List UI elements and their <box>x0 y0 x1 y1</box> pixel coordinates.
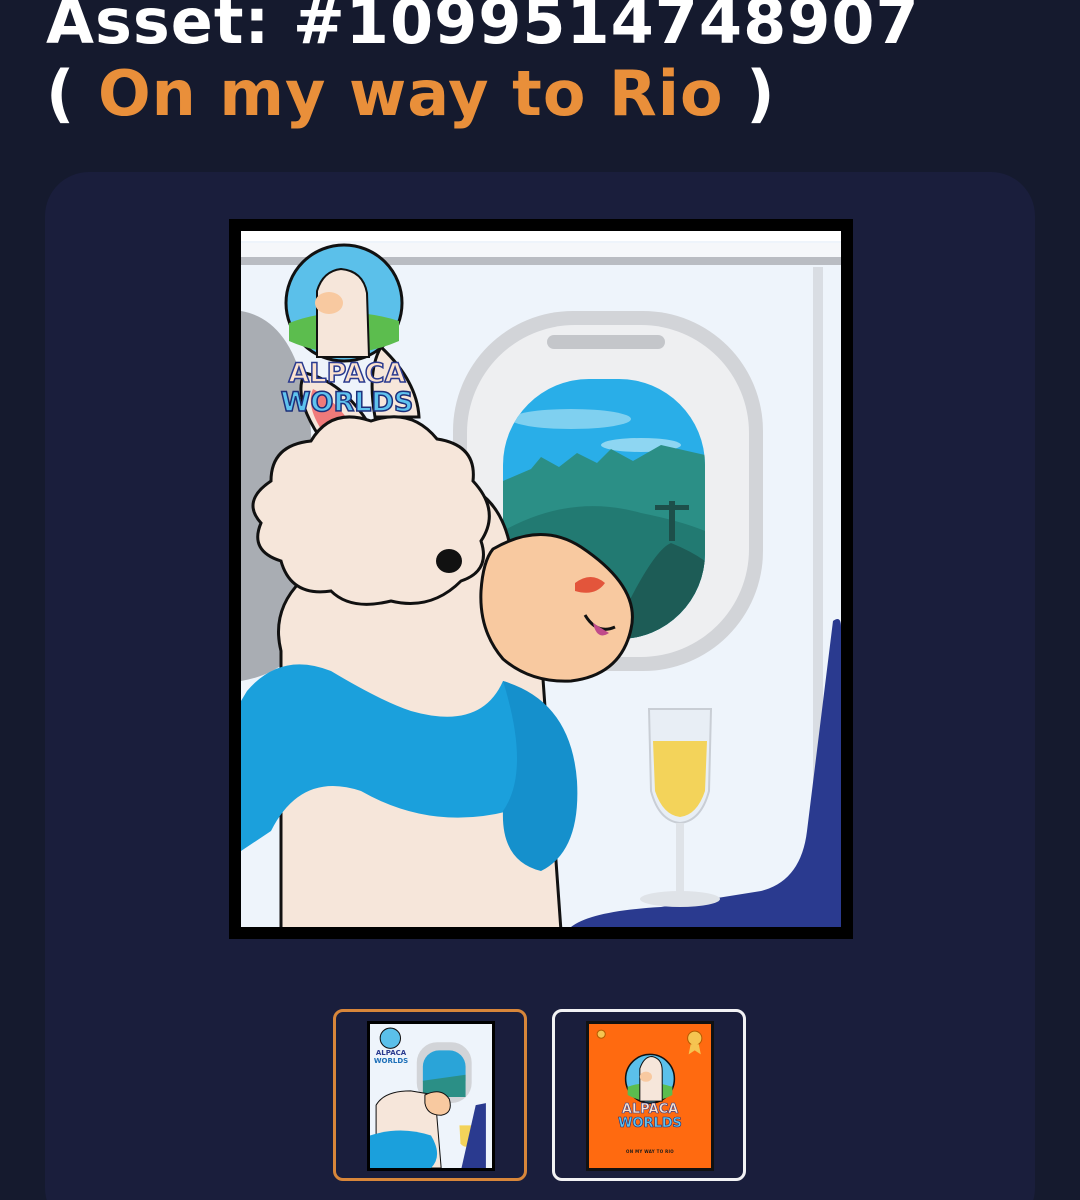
asset-name-line: ( On my way to Rio ) <box>46 58 920 130</box>
thumbnail-image: ALPACA WORLDS On my way to Rio <box>586 1021 714 1171</box>
alpaca-thumbnail-art <box>370 1024 492 1168</box>
card-back-logo-line-2: WORLDS <box>618 1116 682 1131</box>
alpaca-worlds-logo: ALPACA WORLDS <box>269 358 425 418</box>
logo-line-2: WORLDS <box>280 387 414 418</box>
thumbnail-logo-line-1: ALPACA <box>375 1049 407 1057</box>
logo-line-1: ALPACA <box>288 358 407 389</box>
asset-page: Asset: #1099514748907 ( On my way to Rio… <box>0 0 1080 1200</box>
asset-main-image[interactable]: ALPACA WORLDS <box>229 219 853 939</box>
alpaca-artwork <box>241 231 841 927</box>
card-back-logo: ALPACA WORLDS <box>600 1102 700 1131</box>
thumbnail-artwork-selected[interactable]: ALPACA WORLDS <box>333 1009 527 1181</box>
thumbnail-card-back[interactable]: ALPACA WORLDS On my way to Rio <box>552 1009 746 1181</box>
page-title: Asset: #1099514748907 ( On my way to Rio… <box>46 0 920 130</box>
asset-id-label: Asset: #1099514748907 <box>46 0 920 58</box>
asset-name: On my way to Rio <box>97 57 724 130</box>
thumbnail-logo: ALPACA WORLDS <box>371 1049 411 1065</box>
close-paren: ) <box>746 57 776 130</box>
thumbnail-image: ALPACA WORLDS <box>367 1021 495 1171</box>
card-back-caption: On my way to Rio <box>626 1149 674 1154</box>
card-back-logo-line-1: ALPACA <box>621 1102 679 1117</box>
thumbnail-logo-line-2: WORLDS <box>373 1057 409 1065</box>
open-paren: ( <box>46 57 76 130</box>
card-back-thumbnail-art <box>589 1024 711 1168</box>
